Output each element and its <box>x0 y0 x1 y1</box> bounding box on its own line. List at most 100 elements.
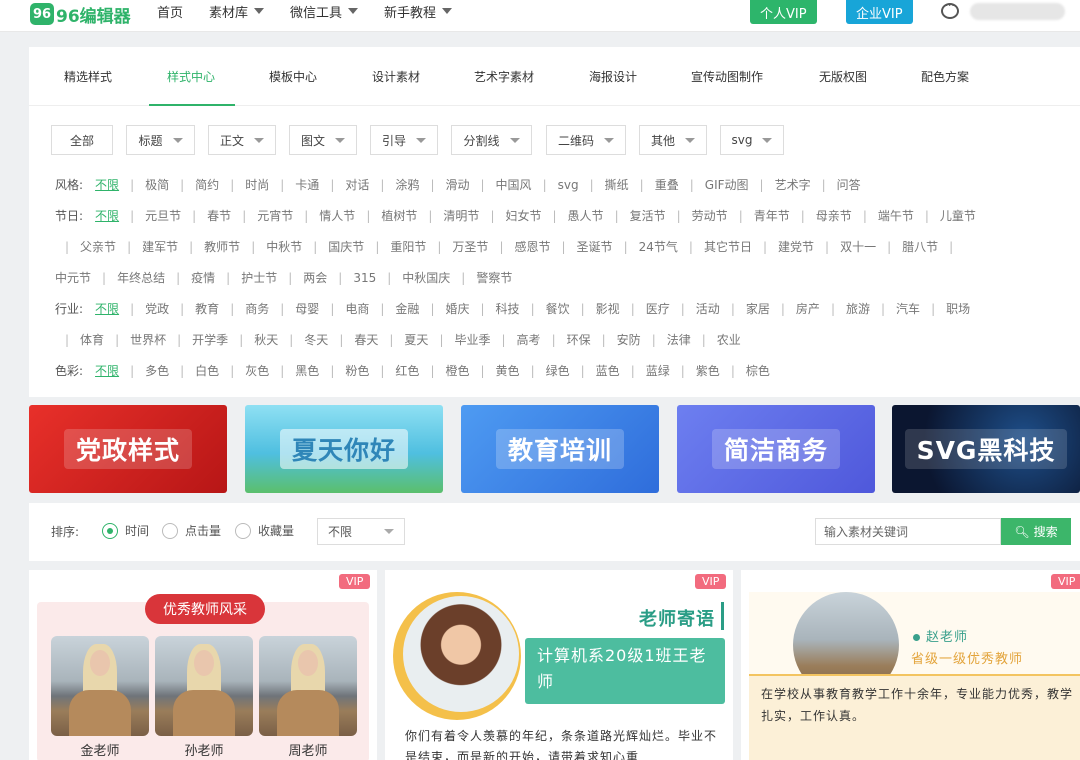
filter-option[interactable]: 体育 <box>80 333 104 347</box>
filter-option[interactable]: GIF动图 <box>705 178 749 192</box>
filter-option[interactable]: 教师节 <box>204 240 240 254</box>
filter-option[interactable]: 蓝色 <box>596 364 620 378</box>
filter-option[interactable]: 涂鸦 <box>395 178 419 192</box>
filter-option[interactable]: 滑动 <box>445 178 469 192</box>
filter-option[interactable]: 极简 <box>145 178 169 192</box>
filter-option[interactable]: 餐饮 <box>546 302 570 316</box>
message-icon[interactable] <box>941 1 959 19</box>
filter-option[interactable]: 315 <box>353 271 376 285</box>
filter-option[interactable]: 情人节 <box>319 209 355 223</box>
sort-select[interactable]: 不限 <box>317 518 405 545</box>
filter-option[interactable]: 建党节 <box>778 240 814 254</box>
filter-option[interactable]: 紫色 <box>696 364 720 378</box>
filter-option[interactable]: 24节气 <box>639 240 678 254</box>
tab-style-center[interactable]: 样式中心 <box>167 68 215 85</box>
filter-option[interactable]: 问答 <box>837 178 861 192</box>
style-card[interactable]: VIP 赵老师 省级一级优秀教师 在学校从事教育教学工作十余年，专业能力优秀，教… <box>741 570 1080 760</box>
filter-option[interactable]: 中元节 <box>55 271 91 285</box>
tab-art-text[interactable]: 艺术字素材 <box>474 68 534 85</box>
filter-option[interactable]: 警察节 <box>476 271 512 285</box>
filter-option[interactable]: 汽车 <box>896 302 920 316</box>
filter-option[interactable]: 红色 <box>395 364 419 378</box>
filter-option[interactable]: 元宵节 <box>257 209 293 223</box>
logo[interactable]: 96 96编辑器 <box>30 0 131 28</box>
filter-option[interactable]: 春节 <box>207 209 231 223</box>
filter-option[interactable]: 两会 <box>303 271 327 285</box>
style-card[interactable]: VIP 优秀教师风采 金老师 孙老师 周老师 <box>29 570 377 760</box>
filter-body[interactable]: 正文 <box>208 125 276 155</box>
filter-option[interactable]: 圣诞节 <box>577 240 613 254</box>
tab-featured[interactable]: 精选样式 <box>64 68 112 85</box>
filter-option[interactable]: 环保 <box>567 333 591 347</box>
filter-option[interactable]: 父亲节 <box>80 240 116 254</box>
filter-option[interactable]: 冬天 <box>304 333 328 347</box>
filter-guide[interactable]: 引导 <box>370 125 438 155</box>
filter-option[interactable]: 清明节 <box>443 209 479 223</box>
filter-option[interactable]: 科技 <box>496 302 520 316</box>
filter-option[interactable]: 重叠 <box>655 178 679 192</box>
filter-option[interactable]: 影视 <box>596 302 620 316</box>
filter-option[interactable]: 元旦节 <box>145 209 181 223</box>
nav-item-wechat-tools[interactable]: 微信工具 <box>290 2 359 21</box>
filter-option[interactable]: 中秋国庆 <box>402 271 450 285</box>
search-button[interactable]: 🔍︎ 搜索 <box>1001 518 1071 545</box>
filter-option[interactable]: 时尚 <box>245 178 269 192</box>
filter-option[interactable]: 绿色 <box>546 364 570 378</box>
filter-option[interactable]: 蓝绿 <box>646 364 670 378</box>
filter-option[interactable]: 中秋节 <box>266 240 302 254</box>
tab-template-center[interactable]: 模板中心 <box>269 68 317 85</box>
filter-option[interactable]: 棕色 <box>746 364 770 378</box>
banner-party-style[interactable]: 党政样式 <box>29 405 227 493</box>
banner-svg-tech[interactable]: SVG黑科技 <box>892 405 1080 493</box>
filter-option[interactable]: 不限 <box>95 364 119 378</box>
sort-by-favorites[interactable]: 收藏量 <box>235 522 294 539</box>
filter-option[interactable]: 其它节日 <box>704 240 752 254</box>
filter-option[interactable]: 青年节 <box>754 209 790 223</box>
tab-free-images[interactable]: 无版权图 <box>819 68 867 85</box>
filter-option[interactable]: 房产 <box>796 302 820 316</box>
filter-option[interactable]: 劳动节 <box>692 209 728 223</box>
filter-option[interactable]: 春天 <box>354 333 378 347</box>
filter-option[interactable]: 重阳节 <box>390 240 426 254</box>
tab-color-scheme[interactable]: 配色方案 <box>921 68 969 85</box>
filter-image-text[interactable]: 图文 <box>289 125 357 155</box>
filter-option[interactable]: 旅游 <box>846 302 870 316</box>
enterprise-vip-button[interactable]: 企业VIP <box>846 0 913 24</box>
banner-business[interactable]: 简洁商务 <box>677 405 875 493</box>
filter-option[interactable]: 腊八节 <box>902 240 938 254</box>
filter-option[interactable]: 妇女节 <box>505 209 541 223</box>
sort-by-time[interactable]: 时间 <box>102 522 149 539</box>
filter-option[interactable]: 粉色 <box>345 364 369 378</box>
filter-option[interactable]: 法律 <box>667 333 691 347</box>
user-avatar-name[interactable] <box>970 3 1065 20</box>
filter-option[interactable]: 商务 <box>245 302 269 316</box>
filter-option[interactable]: 建军节 <box>142 240 178 254</box>
nav-item-material[interactable]: 素材库 <box>209 2 265 21</box>
sort-by-clicks[interactable]: 点击量 <box>162 522 221 539</box>
filter-option[interactable]: 撕纸 <box>605 178 629 192</box>
filter-other[interactable]: 其他 <box>639 125 707 155</box>
filter-option[interactable]: 安防 <box>617 333 641 347</box>
filter-option[interactable]: 黄色 <box>496 364 520 378</box>
filter-option[interactable]: 多色 <box>145 364 169 378</box>
filter-option[interactable]: 中国风 <box>496 178 532 192</box>
filter-title[interactable]: 标题 <box>126 125 195 155</box>
filter-option[interactable]: 母婴 <box>295 302 319 316</box>
personal-vip-button[interactable]: 个人VIP <box>750 0 817 24</box>
filter-option[interactable]: 对话 <box>345 178 369 192</box>
filter-option[interactable]: 高考 <box>517 333 541 347</box>
filter-option[interactable]: 疫情 <box>191 271 215 285</box>
tab-animated-gif[interactable]: 宣传动图制作 <box>691 68 763 85</box>
filter-option[interactable]: 夏天 <box>404 333 428 347</box>
filter-option[interactable]: 艺术字 <box>775 178 811 192</box>
filter-option[interactable]: 金融 <box>395 302 419 316</box>
filter-option[interactable]: 教育 <box>195 302 219 316</box>
filter-option[interactable]: 感恩节 <box>514 240 550 254</box>
filter-option[interactable]: 职场 <box>946 302 970 316</box>
nav-item-home[interactable]: 首页 <box>157 2 183 21</box>
nav-item-tutorial[interactable]: 新手教程 <box>384 2 453 21</box>
filter-option[interactable]: 党政 <box>145 302 169 316</box>
filter-option[interactable]: svg <box>558 178 579 192</box>
filter-option[interactable]: 不限 <box>95 209 119 223</box>
banner-summer[interactable]: 夏天你好 <box>245 405 443 493</box>
